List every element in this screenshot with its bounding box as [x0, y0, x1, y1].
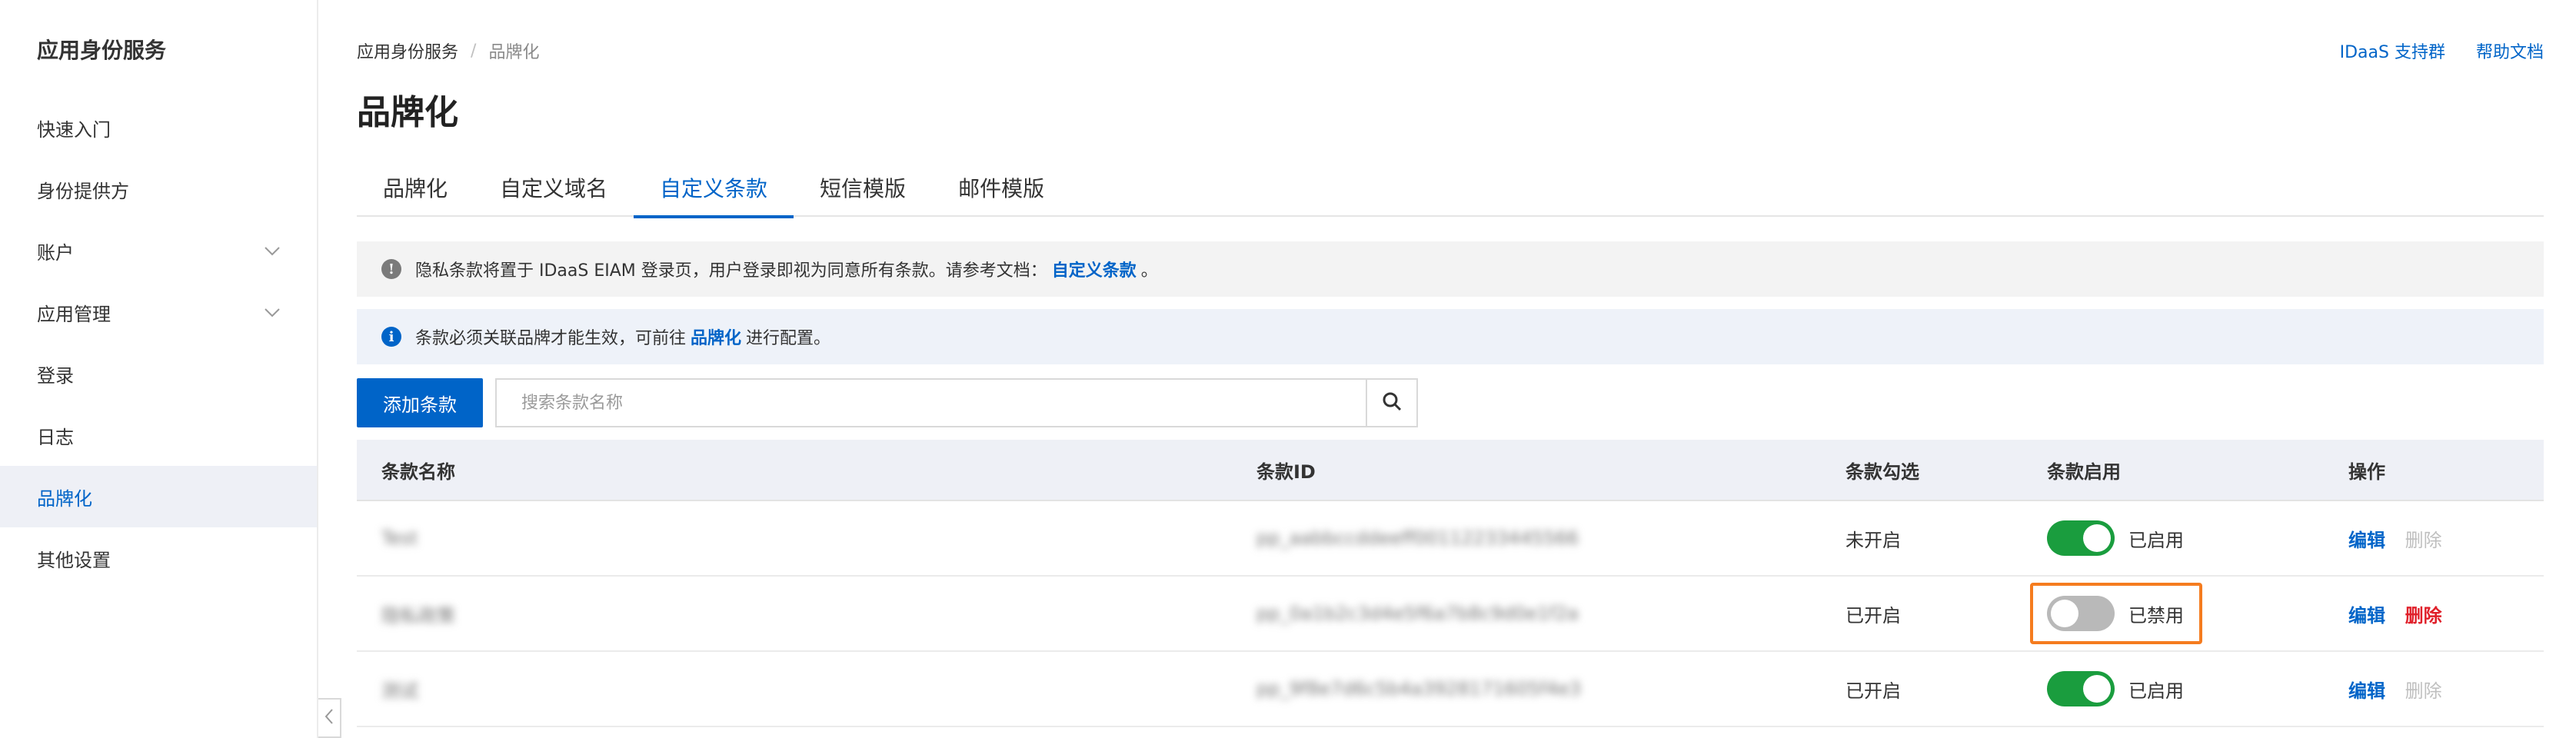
sidebar-item-label: 品牌化	[37, 487, 92, 510]
term-check-status: 已开启	[1845, 680, 1901, 702]
term-id: pp_0a1b2c3d4e5f6a7b8c9d0e1f2a	[1256, 603, 1579, 624]
sidebar: 应用身份服务 快速入门 身份提供方 账户 应用管理 登录 日志 品牌化 其他设置	[0, 0, 318, 738]
support-group-link[interactable]: IDaaS 支持群	[2340, 38, 2445, 63]
sidebar-item-branding[interactable]: 品牌化	[0, 466, 317, 527]
tab-sms-template[interactable]: 短信模版	[794, 158, 932, 217]
column-header-actions: 操作	[2348, 460, 2385, 483]
enable-status: 已启用	[2128, 680, 2184, 702]
custom-terms-doc-link[interactable]: 自定义条款	[1052, 257, 1137, 281]
column-header-name: 条款名称	[381, 460, 455, 483]
breadcrumb-current: 品牌化	[488, 43, 540, 62]
search-icon	[1381, 391, 1403, 415]
sidebar-item-label: 登录	[37, 364, 74, 387]
warning-alert-tail: 。	[1140, 261, 1158, 281]
sidebar-item-logs[interactable]: 日志	[0, 404, 317, 466]
sidebar-item-quick-start[interactable]: 快速入门	[0, 97, 317, 158]
table-row: 测试 pp_9f8e7d6c5b4a3928171605f4e3 已开启 已启用…	[357, 652, 2544, 727]
search-button[interactable]	[1366, 380, 1416, 426]
column-header-id: 条款ID	[1256, 460, 1316, 483]
info-alert: i 条款必须关联品牌才能生效，可前往 品牌化 进行配置。	[357, 309, 2544, 364]
warning-alert-text: 隐私条款将置于 IDaaS EIAM 登录页，用户登录即视为同意所有条款。请参考…	[415, 261, 1047, 281]
sidebar-item-app-management[interactable]: 应用管理	[0, 281, 317, 343]
tab-custom-terms[interactable]: 自定义条款	[634, 158, 794, 218]
tab-custom-domain[interactable]: 自定义域名	[474, 158, 634, 217]
delete-link-disabled: 删除	[2405, 680, 2442, 702]
edit-link[interactable]: 编辑	[2348, 680, 2385, 702]
chevron-left-icon	[323, 707, 335, 729]
sidebar-item-login[interactable]: 登录	[0, 343, 317, 404]
sidebar-item-accounts[interactable]: 账户	[0, 220, 317, 281]
column-header-check: 条款勾选	[1845, 460, 1919, 483]
info-alert-text: 条款必须关联品牌才能生效，可前往	[415, 329, 687, 348]
chevron-down-icon	[263, 241, 281, 264]
sidebar-item-label: 快速入门	[37, 118, 111, 141]
column-header-enable: 条款启用	[2047, 460, 2121, 483]
term-name: Test	[381, 527, 418, 549]
enable-toggle[interactable]	[2047, 520, 2115, 556]
enable-status: 已启用	[2128, 529, 2184, 551]
sidebar-item-label: 日志	[37, 426, 74, 448]
sidebar-item-identity-provider[interactable]: 身份提供方	[0, 158, 317, 220]
edit-link[interactable]: 编辑	[2348, 530, 2385, 551]
tab-bar: 品牌化 自定义域名 自定义条款 短信模版 邮件模版	[357, 158, 2544, 218]
term-name: 测试	[381, 680, 418, 702]
sidebar-item-label: 其他设置	[37, 549, 111, 571]
search-input[interactable]	[497, 380, 1366, 426]
warning-alert: ! 隐私条款将置于 IDaaS EIAM 登录页，用户登录即视为同意所有条款。请…	[357, 241, 2544, 297]
enable-toggle[interactable]	[2047, 596, 2115, 631]
breadcrumb-separator: /	[471, 41, 477, 61]
sidebar-title: 应用身份服务	[37, 38, 167, 63]
info-alert-tail: 进行配置。	[746, 329, 831, 348]
info-icon: i	[381, 327, 401, 347]
search-box	[495, 378, 1418, 427]
enable-toggle[interactable]	[2047, 671, 2115, 706]
sidebar-item-label: 账户	[37, 241, 74, 264]
breadcrumb-root[interactable]: 应用身份服务	[357, 38, 458, 63]
table-row: 隐私政策 pp_0a1b2c3d4e5f6a7b8c9d0e1f2a 已开启 已…	[357, 577, 2544, 652]
tab-branding[interactable]: 品牌化	[357, 158, 474, 217]
sidebar-collapse-button[interactable]	[318, 698, 341, 738]
delete-link[interactable]: 删除	[2405, 605, 2442, 627]
terms-table: 条款名称 条款ID 条款勾选 条款启用 操作 Test pp_aabbccdde…	[357, 440, 2544, 727]
sidebar-item-other-settings[interactable]: 其他设置	[0, 527, 317, 589]
sidebar-item-label: 应用管理	[37, 303, 111, 325]
term-check-status: 已开启	[1845, 604, 1901, 627]
table-row: Test pp_aabbccddeeff00112233445566 未开启 已…	[357, 501, 2544, 577]
term-id: pp_aabbccddeeff00112233445566	[1256, 527, 1579, 549]
term-name: 隐私政策	[381, 604, 455, 627]
help-docs-link[interactable]: 帮助文档	[2476, 38, 2544, 63]
table-header: 条款名称 条款ID 条款勾选 条款启用 操作	[357, 440, 2544, 501]
exclamation-icon: !	[381, 259, 401, 279]
tab-email-template[interactable]: 邮件模版	[932, 158, 1070, 217]
sidebar-item-label: 身份提供方	[37, 180, 129, 202]
branding-link[interactable]: 品牌化	[691, 324, 741, 349]
breadcrumb: 应用身份服务 / 品牌化	[357, 38, 539, 63]
term-check-status: 未开启	[1845, 529, 1901, 551]
edit-link[interactable]: 编辑	[2348, 605, 2385, 627]
top-links: IDaaS 支持群 帮助文档	[2340, 38, 2544, 63]
term-id: pp_9f8e7d6c5b4a3928171605f4e3	[1256, 678, 1582, 700]
add-term-button[interactable]: 添加条款	[357, 378, 483, 427]
delete-link-disabled: 删除	[2405, 529, 2442, 551]
page-title: 品牌化	[357, 93, 458, 132]
enable-status: 已禁用	[2128, 604, 2184, 627]
chevron-down-icon	[263, 303, 281, 326]
